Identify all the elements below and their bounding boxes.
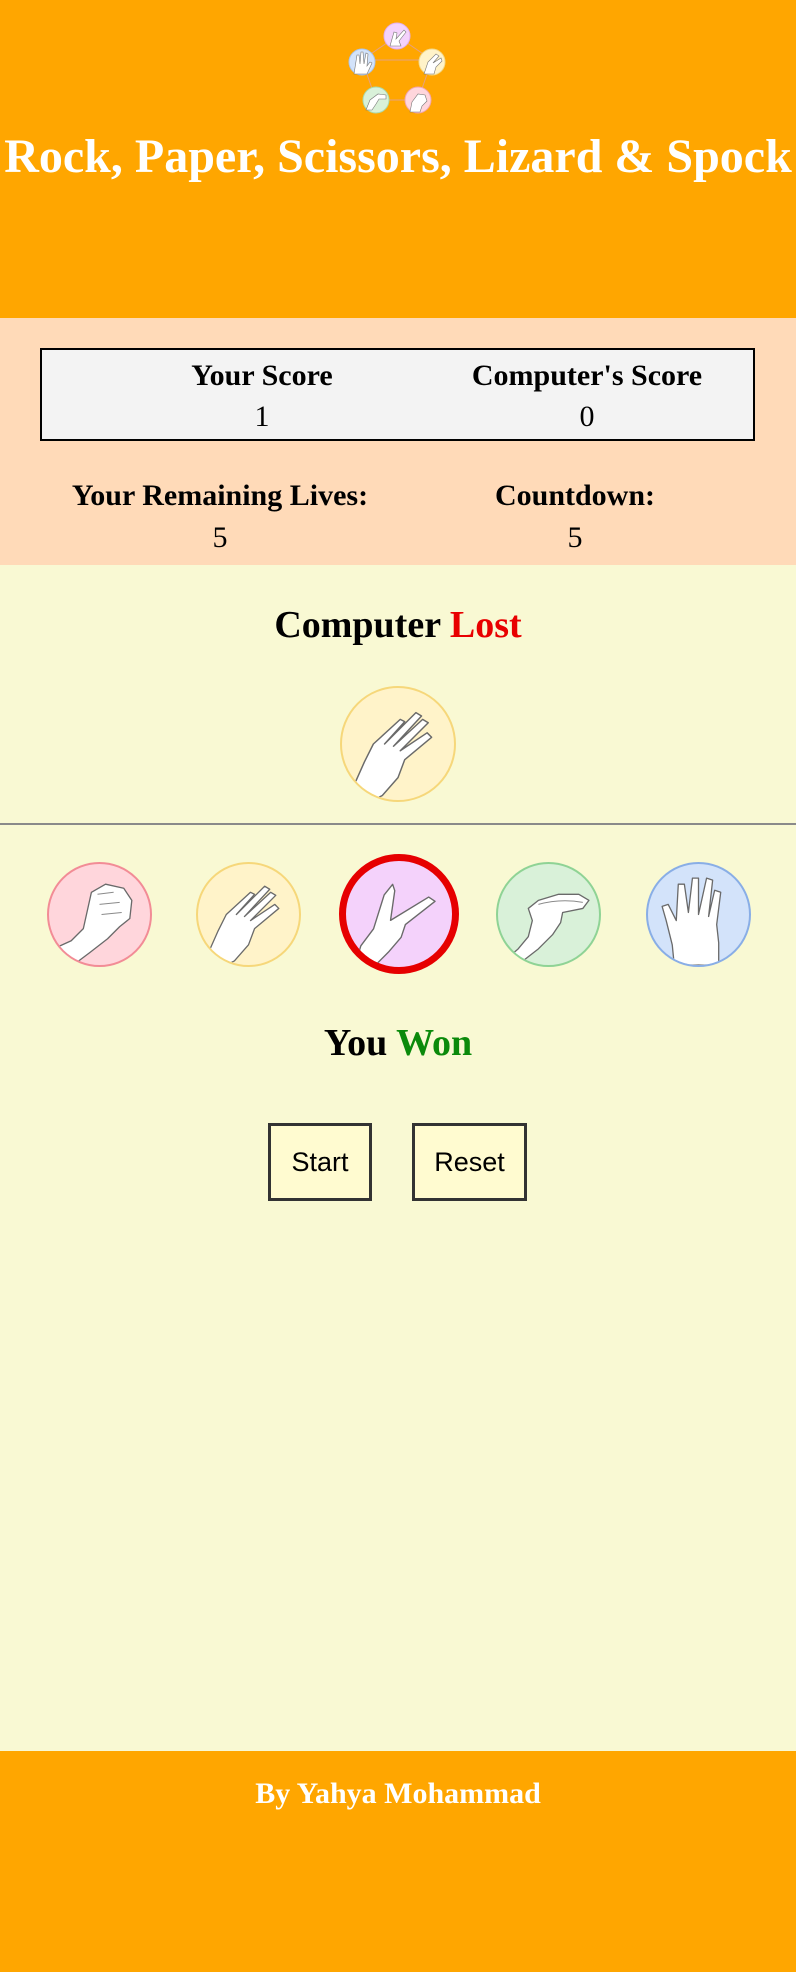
player-result-outcome: Won: [396, 1022, 473, 1064]
choice-rock[interactable]: [47, 862, 152, 967]
countdown-value: 5: [567, 521, 583, 554]
remaining-lives: Your Remaining Lives: 5: [40, 476, 400, 560]
choice-spock[interactable]: [646, 862, 751, 967]
paper-hand-icon: [352, 711, 433, 800]
rock-hand-icon: [49, 883, 133, 965]
spock-hand-icon: [661, 877, 722, 965]
page-title: Rock, Paper, Scissors, Lizard & Spock: [4, 130, 792, 183]
player-score-value: 1: [254, 400, 270, 433]
start-button[interactable]: Start: [268, 1123, 372, 1201]
player-score-label: Your Score: [191, 359, 333, 392]
rpsls-logo-icon: [348, 22, 446, 114]
lizard-hand-icon: [503, 893, 590, 964]
countdown-label: Countdown:: [494, 479, 656, 512]
footer: By Yahya Mohammad: [0, 1751, 796, 1972]
computer-score-label: Computer's Score: [471, 359, 703, 392]
computer-choice: [340, 686, 456, 802]
reset-button[interactable]: Reset: [412, 1123, 527, 1201]
computer-result-outcome: Lost: [449, 604, 522, 646]
computer-score: Computer's Score 0: [407, 356, 767, 438]
choice-scissors[interactable]: [339, 854, 459, 974]
paper-hand-icon: [207, 885, 280, 965]
countdown: Countdown: 5: [425, 476, 725, 560]
choice-paper[interactable]: [196, 862, 301, 967]
player-result: You Won: [0, 1019, 796, 1067]
player-score: Your Score 1: [112, 356, 412, 438]
computer-result-subject: Computer: [274, 604, 441, 646]
player-result-subject: You: [323, 1022, 388, 1064]
scissors-hand-icon: [353, 883, 436, 967]
author-credit: By Yahya Mohammad: [255, 1777, 541, 1810]
score-zone: Your Score 1 Computer's Score 0 Your Rem…: [0, 318, 796, 565]
header: Rock, Paper, Scissors, Lizard & Spock: [0, 0, 796, 318]
lives-value: 5: [212, 521, 228, 554]
scoreboard: Your Score 1 Computer's Score 0: [40, 348, 755, 441]
divider: [0, 823, 796, 825]
lives-label: Your Remaining Lives:: [71, 479, 369, 512]
choice-lizard[interactable]: [496, 862, 601, 967]
computer-result: Computer Lost: [0, 601, 796, 649]
computer-score-value: 0: [579, 400, 595, 433]
